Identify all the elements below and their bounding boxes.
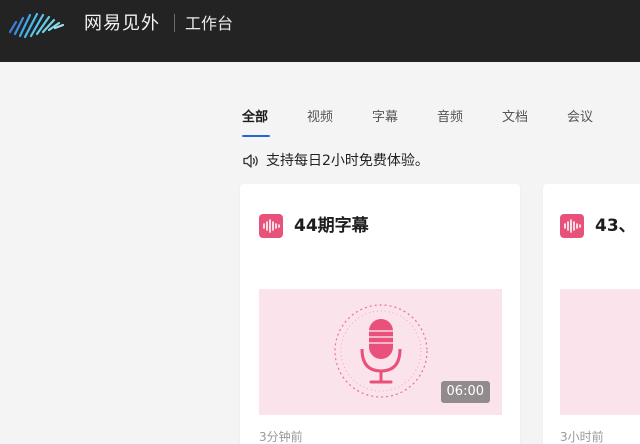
card-thumbnail[interactable] (560, 289, 640, 415)
created-time: 3分钟前 (259, 430, 303, 444)
top-bar: 网易见外 工作台 (0, 0, 640, 62)
notice-text: 支持每日2小时免费体验。 (266, 153, 429, 169)
logo-icon[interactable] (6, 10, 76, 40)
card-title[interactable]: 43、 (595, 215, 636, 237)
duration-badge: 06:00 (440, 381, 490, 403)
file-card[interactable]: 43、 3小时前 (543, 184, 640, 444)
created-time: 3小时前 (560, 430, 604, 444)
audio-wave-icon (259, 214, 283, 238)
brand-name[interactable]: 网易见外 (84, 12, 160, 36)
notice-bar: 支持每日2小时免费体验。 (242, 151, 429, 171)
workspace-title: 工作台 (185, 14, 234, 33)
tab-audio[interactable]: 音频 (437, 108, 463, 128)
file-card[interactable]: 44期字幕 06:00 3分钟前 (240, 184, 520, 444)
tab-video[interactable]: 视频 (307, 108, 333, 128)
card-title[interactable]: 44期字幕 (294, 215, 369, 237)
audio-wave-icon (560, 214, 584, 238)
active-tab-indicator (242, 135, 270, 137)
microphone-icon (334, 304, 428, 398)
card-thumbnail[interactable]: 06:00 (259, 289, 502, 415)
tab-all[interactable]: 全部 (242, 108, 268, 128)
tab-subtitle[interactable]: 字幕 (372, 108, 398, 128)
tab-meeting[interactable]: 会议 (567, 108, 593, 128)
tab-document[interactable]: 文档 (502, 108, 528, 128)
speaker-icon (243, 154, 258, 168)
header-divider (174, 14, 175, 32)
